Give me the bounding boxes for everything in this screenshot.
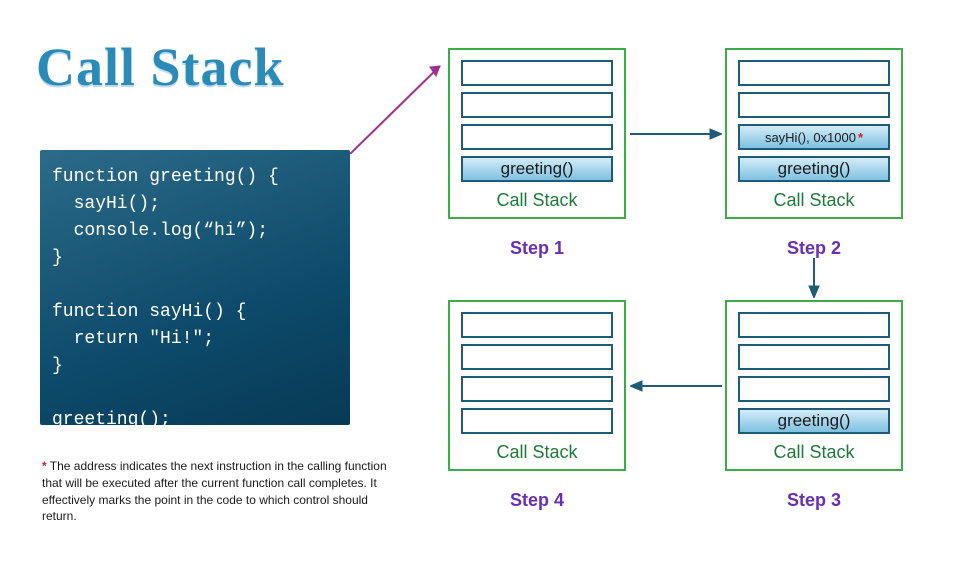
arrow-step2-to-step3 (806, 258, 822, 298)
call-stack-label: Call Stack (496, 442, 577, 463)
asterisk-marker: * (858, 130, 863, 145)
stack-slot-filled: sayHi(), 0x1000* (738, 124, 890, 150)
stack-slot-text: sayHi(), 0x1000 (765, 130, 856, 145)
stack-slot (738, 344, 890, 370)
page-title: Call Stack (36, 36, 285, 98)
step-label-2: Step 2 (725, 238, 903, 259)
stack-panel-step3: greeting() Call Stack (725, 300, 903, 471)
step-label-4: Step 4 (448, 490, 626, 511)
step-label-1: Step 1 (448, 238, 626, 259)
footnote-text: The address indicates the next instructi… (42, 459, 387, 523)
stack-panel-step4: Call Stack (448, 300, 626, 471)
stack-slot-filled: greeting() (738, 156, 890, 182)
stack-slot-filled: greeting() (738, 408, 890, 434)
stack-slot (738, 312, 890, 338)
stack-slot (738, 60, 890, 86)
stack-slot (461, 312, 613, 338)
stack-slot (461, 124, 613, 150)
stack-panel-step1: greeting() Call Stack (448, 48, 626, 219)
stack-slot (461, 92, 613, 118)
stack-panel-step2: sayHi(), 0x1000* greeting() Call Stack (725, 48, 903, 219)
arrow-code-to-step1 (350, 58, 450, 154)
stack-slot (738, 376, 890, 402)
stack-slot (461, 60, 613, 86)
stack-slot (738, 92, 890, 118)
stack-slot (461, 408, 613, 434)
step-label-3: Step 3 (725, 490, 903, 511)
call-stack-label: Call Stack (773, 190, 854, 211)
footnote: * The address indicates the next instruc… (42, 458, 402, 525)
arrow-step3-to-step4 (630, 378, 722, 394)
code-snippet: function greeting() { sayHi(); console.l… (40, 150, 350, 425)
stack-slot-filled: greeting() (461, 156, 613, 182)
call-stack-label: Call Stack (496, 190, 577, 211)
stack-slot (461, 376, 613, 402)
call-stack-label: Call Stack (773, 442, 854, 463)
arrow-step1-to-step2 (630, 126, 722, 142)
stack-slot (461, 344, 613, 370)
